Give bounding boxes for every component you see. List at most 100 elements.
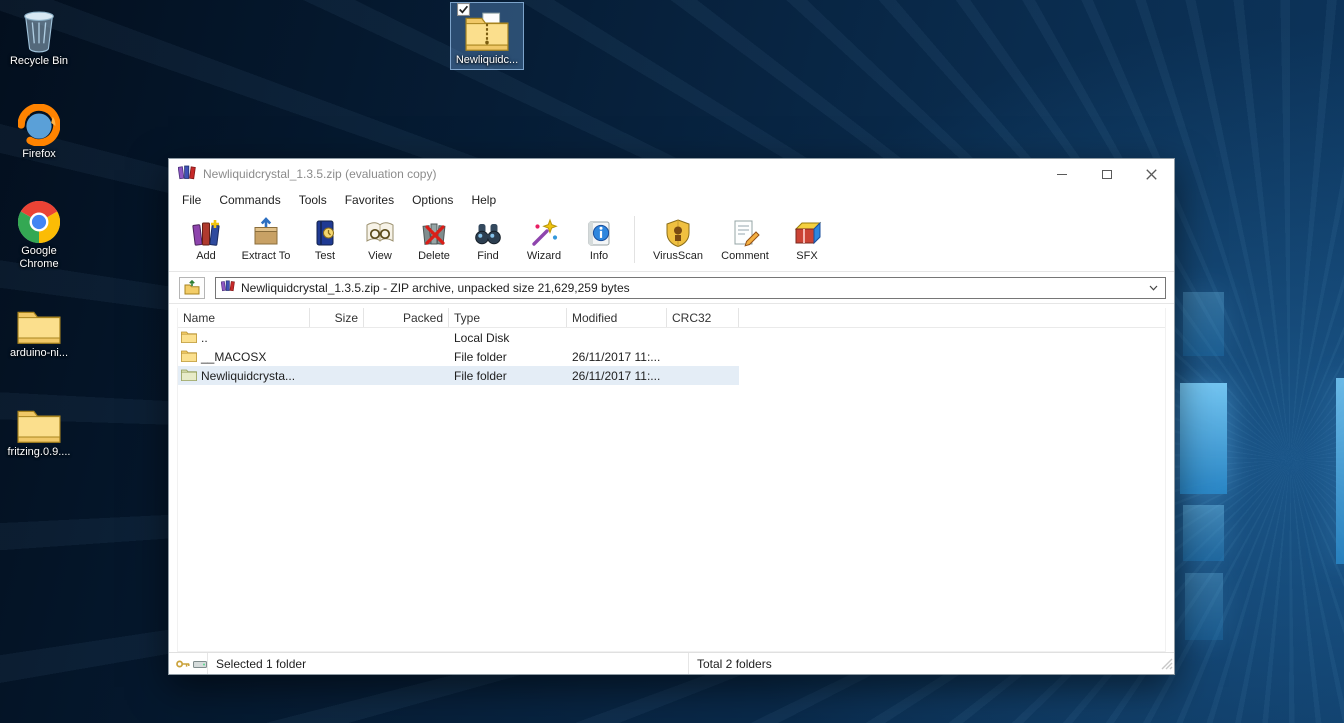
toolbar-sfx-button[interactable]: SFX: [778, 214, 836, 269]
chrome-icon: [15, 197, 63, 243]
desktop-icon-fritzing-folder[interactable]: fritzing.0.9....: [2, 394, 76, 462]
column-header-crc32[interactable]: CRC32: [667, 308, 739, 327]
file-row-newliquidcrystal[interactable]: Newliquidcrysta... File folder 26/11/201…: [178, 366, 739, 385]
toolbar-separator: [634, 216, 635, 263]
toolbar-find-button[interactable]: Find: [461, 214, 515, 269]
toolbar-label: Extract To: [241, 250, 291, 262]
folder-row-icon: [181, 368, 197, 384]
comment-icon: [728, 216, 762, 249]
key-icon: [176, 660, 190, 667]
chevron-down-icon: [1149, 285, 1157, 291]
drive-icon: [193, 660, 207, 668]
desktop-icon-label: arduino-ni...: [9, 347, 69, 359]
menu-item-tools[interactable]: Tools: [290, 190, 336, 210]
file-row-up[interactable]: .. Local Disk: [178, 328, 739, 347]
toolbar-test-button[interactable]: Test: [297, 214, 353, 269]
view-icon: [363, 216, 397, 249]
menu-item-options[interactable]: Options: [403, 190, 462, 210]
wizard-icon: [527, 216, 561, 249]
delete-icon: [417, 216, 451, 249]
toolbar-label: Test: [314, 250, 336, 262]
desktop-icon-newliquidcrystal-zip[interactable]: Newliquidc...: [450, 2, 524, 70]
desktop-icon-label: Google Chrome: [19, 245, 59, 270]
zip-folder-icon: [457, 3, 511, 52]
maximize-button[interactable]: [1084, 159, 1129, 189]
winrar-window: Newliquidcrystal_1.3.5.zip (evaluation c…: [168, 158, 1175, 675]
desktop-icon-recycle-bin[interactable]: Recycle Bin: [2, 3, 76, 71]
minimize-button[interactable]: [1039, 159, 1084, 189]
file-list: Name Size Packed Type Modified CRC32 ..: [177, 308, 1166, 652]
window-title: Newliquidcrystal_1.3.5.zip (evaluation c…: [203, 167, 437, 181]
menu-item-commands[interactable]: Commands: [210, 190, 289, 210]
toolbar-view-button[interactable]: View: [353, 214, 407, 269]
combobox-dropdown-button[interactable]: [1146, 278, 1160, 298]
cell-name: ..: [201, 330, 208, 345]
toolbar-wizard-button[interactable]: Wizard: [515, 214, 573, 269]
menu-bar: File Commands Tools Favorites Options He…: [169, 189, 1174, 211]
toolbar-extract-to-button[interactable]: Extract To: [235, 214, 297, 269]
cell-type: File folder: [454, 368, 507, 383]
status-selected-text: Selected 1 folder: [216, 656, 307, 671]
toolbar-info-button[interactable]: Info: [573, 214, 625, 269]
windows-logo-pane: [1180, 383, 1227, 494]
title-bar[interactable]: Newliquidcrystal_1.3.5.zip (evaluation c…: [169, 159, 1174, 189]
desktop-icon-google-chrome[interactable]: Google Chrome: [2, 193, 76, 274]
sfx-icon: [790, 216, 824, 249]
winrar-logo-icon: [177, 164, 196, 185]
test-icon: [308, 216, 342, 249]
status-icons: [169, 653, 208, 674]
desktop-icon-firefox[interactable]: Firefox: [2, 96, 76, 164]
desktop-icon-arduino-folder[interactable]: arduino-ni...: [2, 295, 76, 363]
find-icon: [471, 216, 505, 249]
toolbar-label: View: [368, 250, 392, 262]
folder-icon: [15, 299, 63, 345]
archive-path-text: Newliquidcrystal_1.3.5.zip - ZIP archive…: [241, 280, 630, 295]
close-button[interactable]: [1129, 159, 1174, 189]
folder-row-icon: [181, 349, 197, 365]
status-total-text: Total 2 folders: [697, 656, 772, 671]
column-header-size[interactable]: Size: [310, 308, 364, 327]
minimize-icon: [1056, 173, 1067, 175]
desktop-icon-label: Recycle Bin: [9, 55, 69, 67]
toolbar-label: Find: [477, 250, 499, 262]
up-one-level-button[interactable]: [179, 276, 205, 299]
folder-up-icon: [184, 280, 200, 295]
selection-checkbox-icon[interactable]: [457, 3, 470, 21]
menu-item-file[interactable]: File: [173, 190, 210, 210]
toolbar-comment-button[interactable]: Comment: [712, 214, 778, 269]
desktop-icon-label: Newliquidc...: [455, 54, 519, 66]
desktop: Recycle Bin Firefox Google Chrome arduin…: [0, 0, 1344, 723]
toolbar-label: Delete: [418, 250, 450, 262]
toolbar-delete-button[interactable]: Delete: [407, 214, 461, 269]
toolbar-add-button[interactable]: Add: [177, 214, 235, 269]
status-selected-section: Selected 1 folder: [208, 653, 689, 674]
cell-name: __MACOSX: [201, 349, 267, 364]
toolbar-label: Info: [589, 250, 609, 262]
file-row-macosx[interactable]: __MACOSX File folder 26/11/2017 11:...: [178, 347, 739, 366]
column-header-modified[interactable]: Modified: [567, 308, 667, 327]
column-headers: Name Size Packed Type Modified CRC32: [178, 308, 1165, 328]
menu-item-favorites[interactable]: Favorites: [336, 190, 403, 210]
caption-buttons: [1039, 159, 1174, 189]
add-icon: [189, 216, 223, 249]
column-header-name[interactable]: Name: [178, 308, 310, 327]
folder-icon: [15, 398, 63, 444]
archive-path-combobox[interactable]: Newliquidcrystal_1.3.5.zip - ZIP archive…: [215, 276, 1166, 299]
cell-modified: 26/11/2017 11:...: [572, 349, 661, 364]
toolbar-virusscan-button[interactable]: VirusScan: [644, 214, 712, 269]
status-bar: Selected 1 folder Total 2 folders: [169, 652, 1174, 674]
cell-type: Local Disk: [454, 330, 510, 345]
address-bar: Newliquidcrystal_1.3.5.zip - ZIP archive…: [169, 272, 1174, 304]
windows-logo-pane: [1185, 573, 1223, 640]
toolbar: Add Extract To Test View Delete Find Wiz…: [169, 211, 1174, 272]
resize-grip-icon[interactable]: [1161, 658, 1173, 673]
cell-modified: 26/11/2017 11:...: [572, 368, 661, 383]
column-header-packed[interactable]: Packed: [364, 308, 449, 327]
menu-item-help[interactable]: Help: [462, 190, 505, 210]
desktop-icon-label: Firefox: [22, 148, 56, 160]
column-header-type[interactable]: Type: [449, 308, 567, 327]
toolbar-label: Comment: [721, 250, 769, 262]
windows-logo-pane: [1183, 292, 1224, 356]
close-icon: [1146, 168, 1157, 180]
cell-name: Newliquidcrysta...: [201, 368, 296, 383]
